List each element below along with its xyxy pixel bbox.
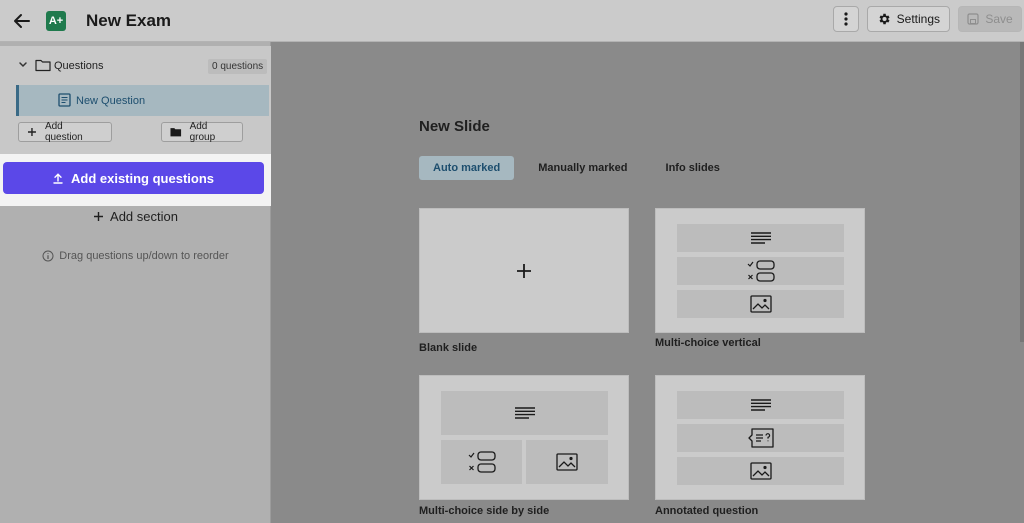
more-vertical-icon	[844, 12, 848, 26]
add-existing-questions-button[interactable]: Add existing questions	[3, 162, 264, 194]
upload-icon	[53, 172, 63, 184]
card-label-multi-choice-vertical: Multi-choice vertical	[655, 337, 761, 349]
save-icon	[967, 13, 979, 25]
add-section-label: Add section	[110, 208, 178, 224]
info-icon	[42, 250, 54, 262]
sidebar: Questions 0 questions New Question Add q…	[0, 42, 271, 523]
gear-icon	[879, 13, 890, 25]
app-logo-text: A+	[48, 14, 64, 27]
card-label-blank-slide: Blank slide	[419, 342, 478, 354]
more-options-button[interactable]	[832, 6, 859, 32]
folder-questions[interactable]: Questions 0 questions	[0, 54, 268, 78]
plus-icon	[27, 128, 36, 136]
annotation-question-icon	[747, 428, 774, 448]
settings-button[interactable]: Settings	[866, 6, 950, 32]
image-icon	[749, 295, 772, 313]
tab-info-slides[interactable]: Info slides	[652, 156, 734, 180]
document-icon	[58, 93, 71, 107]
multiple-choice-icon	[468, 451, 496, 473]
image-block	[677, 290, 844, 318]
image-block	[677, 457, 844, 485]
image-icon	[556, 453, 578, 471]
add-question-button[interactable]: Add question	[18, 121, 112, 143]
annotation-block	[677, 424, 844, 452]
reorder-hint-text: Drag questions up/down to reorder	[59, 250, 229, 262]
text-lines-icon	[750, 232, 771, 244]
question-count-badge: 0 questions	[208, 59, 268, 74]
app-logo: A+	[46, 10, 66, 31]
save-label: Save	[985, 12, 1013, 26]
question-item-label: New Question	[76, 95, 146, 107]
settings-label: Settings	[896, 12, 940, 26]
plus-icon	[517, 264, 531, 278]
image-icon	[749, 462, 772, 480]
image-block	[526, 440, 608, 484]
text-lines-icon	[750, 399, 771, 411]
arrow-left-icon	[14, 13, 30, 28]
card-multi-choice-side-by-side[interactable]	[419, 375, 629, 500]
save-button[interactable]: Save	[958, 6, 1022, 32]
question-item-new-question[interactable]: New Question	[16, 85, 269, 116]
folder-filled-icon	[170, 128, 182, 137]
text-block	[677, 224, 844, 252]
page-title: New Exam	[86, 10, 172, 30]
plus-icon	[94, 211, 104, 221]
back-button[interactable]	[4, 3, 40, 39]
main-scrollbar[interactable]	[1020, 42, 1024, 342]
multiple-choice-icon	[747, 260, 775, 282]
add-group-button[interactable]: Add group	[161, 121, 243, 143]
tab-manually-marked[interactable]: Manually marked	[524, 156, 641, 180]
top-bar: A+ New Exam Settings Save	[0, 0, 1024, 42]
text-lines-icon	[514, 407, 535, 419]
reorder-hint: Drag questions up/down to reorder	[0, 248, 271, 264]
choices-block	[441, 440, 522, 484]
choices-block	[677, 257, 844, 285]
tab-auto-marked[interactable]: Auto marked	[419, 156, 515, 180]
text-block	[441, 391, 608, 435]
add-question-label: Add question	[44, 121, 83, 143]
add-section-button[interactable]: Add section	[0, 206, 271, 226]
card-multi-choice-vertical[interactable]	[655, 208, 865, 333]
card-blank-slide[interactable]	[419, 208, 629, 333]
slide-type-tabs: Auto marked Manually marked Info slides	[419, 156, 744, 180]
folder-icon	[35, 59, 51, 72]
main-panel: New Slide Auto marked Manually marked In…	[272, 42, 1024, 523]
card-annotated-question[interactable]	[655, 375, 865, 500]
add-group-label: Add group	[189, 121, 216, 143]
text-block	[677, 391, 844, 419]
card-label-multi-choice-side-by-side: Multi-choice side by side	[419, 505, 550, 517]
card-label-annotated-question: Annotated question	[655, 505, 759, 517]
folder-label: Questions	[54, 60, 104, 72]
add-existing-label: Add existing questions	[70, 170, 214, 186]
chevron-down-icon[interactable]	[18, 60, 28, 70]
new-slide-title: New Slide	[419, 118, 490, 135]
